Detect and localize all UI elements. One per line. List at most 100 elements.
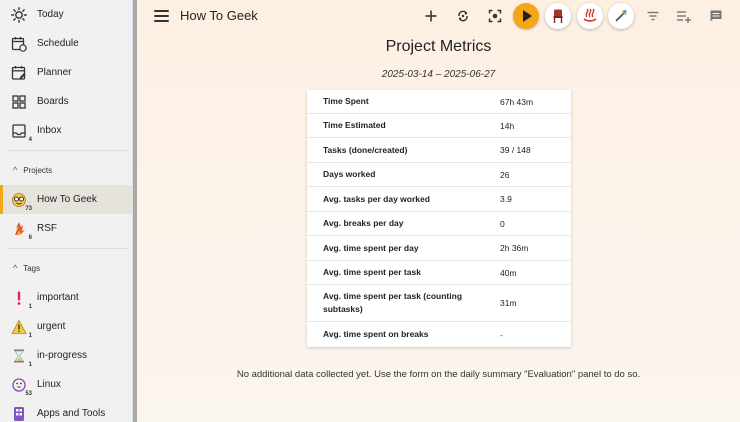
metric-label: Avg. time spent per day <box>323 242 419 253</box>
tag-count-badge: 1 <box>28 332 32 339</box>
project-title: How To Geek <box>180 8 258 23</box>
project-count-badge: 6 <box>28 234 32 241</box>
filter-icon[interactable] <box>645 8 661 24</box>
table-row: Time Spent 67h 43m <box>307 90 571 114</box>
sidebar-item-how-to-geek[interactable]: 73 How To Geek <box>0 185 133 214</box>
section-title: Projects <box>23 165 53 175</box>
break-button[interactable] <box>545 3 571 29</box>
metric-value: 2h 36m <box>500 243 529 253</box>
grid-icon <box>10 93 28 111</box>
play-icon <box>522 10 532 22</box>
sidebar-item-label: Schedule <box>37 38 79 49</box>
sidebar-item-planner[interactable]: Planner <box>0 58 133 87</box>
sidebar-item-rsf[interactable]: 6 RSF <box>0 214 133 243</box>
fire-arrows-icon: 6 <box>10 220 32 241</box>
sidebar-item-tag-linux[interactable]: 53 Linux <box>0 370 133 399</box>
page-title: Project Metrics <box>385 38 492 55</box>
table-row: Avg. time spent per task 40m <box>307 261 571 285</box>
calendar-clock-icon <box>10 35 28 53</box>
sidebar-item-label: Today <box>37 9 64 20</box>
section-title: Tags <box>23 263 41 273</box>
tag-count-badge: 53 <box>25 390 32 397</box>
apps-icon <box>10 405 28 422</box>
warning-icon: 1 <box>10 318 32 339</box>
metric-label: Days worked <box>323 169 376 179</box>
sidebar-item-tag-in-progress[interactable]: 1 in-progress <box>0 341 133 370</box>
chevron-up-icon: ^ <box>13 263 18 273</box>
table-row: Avg. time spent on breaks - <box>307 322 571 347</box>
sidebar-item-label: Apps and Tools <box>37 408 106 419</box>
hot-springs-button[interactable] <box>577 3 603 29</box>
table-row: Avg. time spent per day 2h 36m <box>307 236 571 261</box>
sidebar-item-label: in-progress <box>37 350 88 361</box>
project-count-badge: 73 <box>25 205 32 212</box>
metric-label: Time Spent <box>323 96 369 106</box>
inbox-count-badge: 4 <box>28 136 32 143</box>
hourglass-icon: 1 <box>10 347 32 368</box>
metric-value: 26 <box>500 169 510 180</box>
metric-value: 0 <box>500 218 505 229</box>
focus-icon <box>488 9 502 23</box>
focus-mode-button[interactable] <box>485 6 505 26</box>
table-row: Tasks (done/created) 39 / 148 <box>307 138 571 163</box>
sidebar-item-label: Inbox <box>37 125 62 136</box>
sidebar-item-label: Planner <box>37 67 72 78</box>
sidebar-item-label: Linux <box>37 379 61 390</box>
table-row: Days worked 26 <box>307 163 571 187</box>
metric-value: - <box>500 329 503 340</box>
table-row: Avg. time spent per task (counting subta… <box>307 285 571 322</box>
menu-icon[interactable] <box>154 9 169 23</box>
sidebar-item-tag-urgent[interactable]: 1 urgent <box>0 312 133 341</box>
tag-count-badge: 1 <box>28 303 32 310</box>
play-button[interactable] <box>513 3 539 29</box>
tags-section-toggle[interactable]: ^ Tags <box>0 257 133 279</box>
sun-icon <box>10 6 28 24</box>
metric-value: 67h 43m <box>500 96 534 107</box>
chair-icon <box>553 9 563 23</box>
header-bar: How To Geek <box>137 0 740 34</box>
table-row: Time Estimated 14h <box>307 114 571 138</box>
metric-label: Avg. time spent on breaks <box>323 329 429 339</box>
sidebar-item-tag-apps-and-tools[interactable]: Apps and Tools <box>0 399 133 422</box>
divider <box>8 248 128 249</box>
add-task-button[interactable] <box>421 6 441 26</box>
metric-label: Avg. breaks per day <box>323 218 404 228</box>
sidebar-item-label: urgent <box>37 321 66 332</box>
comment-icon[interactable] <box>708 8 724 24</box>
calendar-edit-icon <box>10 64 28 82</box>
sync-button[interactable] <box>453 6 473 26</box>
sidebar-item-label: Boards <box>37 96 69 107</box>
table-row: Avg. tasks per day worked 3.9 <box>307 187 571 212</box>
metric-value: 39 / 148 <box>500 145 531 155</box>
chevron-up-icon: ^ <box>13 165 18 175</box>
sidebar-item-schedule[interactable]: Schedule <box>0 29 133 58</box>
no-data-message: No additional data collected yet. Use th… <box>236 369 641 380</box>
tag-count-badge: 1 <box>28 361 32 368</box>
sidebar-item-boards[interactable]: Boards <box>0 87 133 116</box>
sidebar-item-tag-important[interactable]: 1 important <box>0 283 133 312</box>
metric-label: Avg. tasks per day worked <box>323 193 430 204</box>
nerd-face-icon: 73 <box>10 191 32 212</box>
divider <box>8 150 128 151</box>
date-range: 2025-03-14 – 2025-06-27 <box>381 69 496 80</box>
sidebar-item-label: RSF <box>37 223 57 234</box>
projects-section-toggle[interactable]: ^ Projects <box>0 159 133 181</box>
exclamation-icon: 1 <box>10 289 32 310</box>
sidebar-item-label: important <box>37 292 79 303</box>
sidebar-item-inbox[interactable]: 4 Inbox <box>0 116 133 145</box>
metric-value: 40m <box>500 267 517 278</box>
metric-label: Time Estimated <box>323 120 386 130</box>
metric-value: 14h <box>500 120 515 131</box>
pomodoro-button[interactable] <box>608 3 634 29</box>
sidebar: Today Schedule Planner Boards 4 Inbox ^ … <box>0 0 133 422</box>
hot-springs-icon <box>583 8 597 22</box>
metrics-table: Time Spent 67h 43m Time Estimated 14h Ta… <box>307 90 571 347</box>
sidebar-item-today[interactable]: Today <box>0 0 133 29</box>
metric-label: Avg. time spent per task <box>323 267 421 277</box>
add-list-icon[interactable] <box>676 8 692 24</box>
sync-icon <box>458 10 468 22</box>
metric-value: 3.9 <box>500 194 512 204</box>
metric-label: Tasks (done/created) <box>323 144 408 155</box>
table-row: Avg. breaks per day 0 <box>307 212 571 236</box>
main-panel: How To Geek Project Metrics 2025-03-14 –… <box>137 0 740 422</box>
